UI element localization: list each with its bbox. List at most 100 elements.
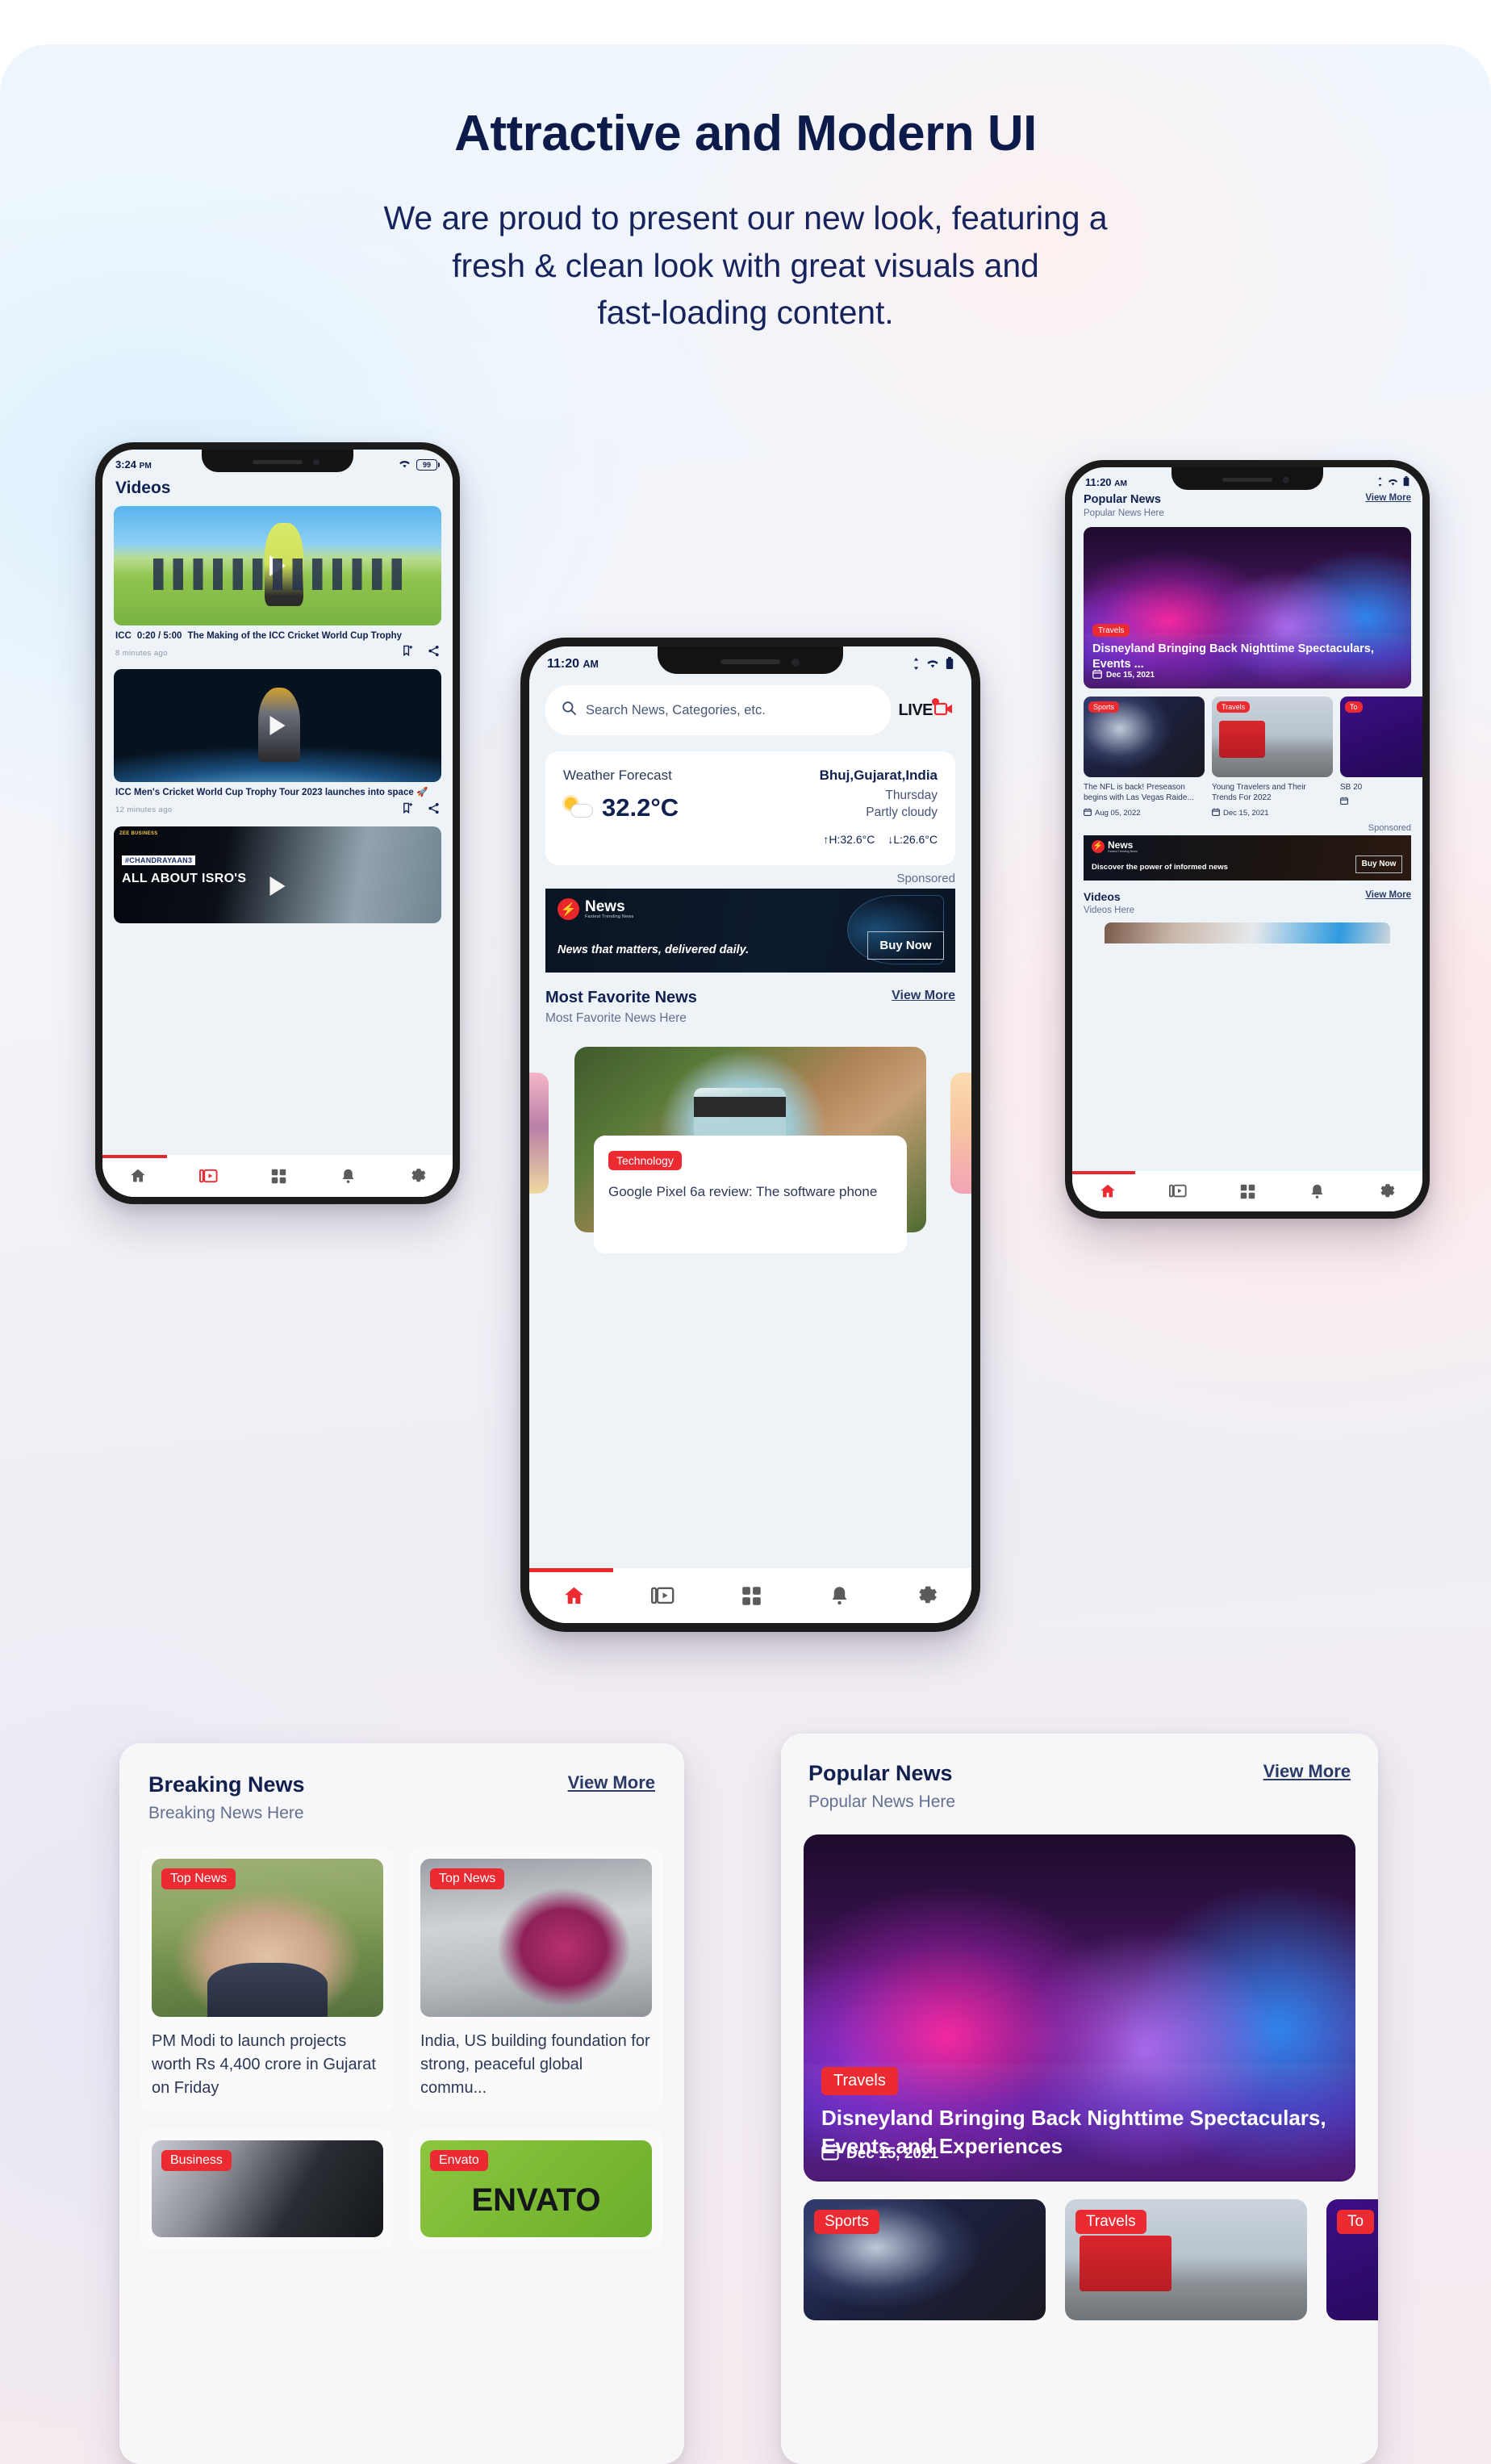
live-button[interactable]: LIVE (899, 697, 955, 722)
bookmark-add-icon[interactable] (402, 802, 414, 818)
news-carousel[interactable]: Technology Google Pixel 6a review: The s… (529, 1039, 971, 1253)
nav-notifications-button[interactable] (1309, 1183, 1326, 1200)
news-card[interactable]: Top News PM Modi to launch projects wort… (140, 1847, 395, 2111)
category-tag[interactable]: Sports (1088, 701, 1120, 713)
nav-home-button[interactable] (129, 1167, 147, 1185)
play-icon[interactable] (269, 876, 286, 896)
category-tag[interactable]: Top News (430, 1868, 505, 1889)
card-image[interactable]: Business (152, 2140, 383, 2237)
view-more-link[interactable]: View More (1365, 493, 1411, 503)
card-image[interactable]: Sports (1084, 697, 1205, 777)
popular-hero-card[interactable]: Travels Disneyland Bringing Back Nightti… (804, 1834, 1355, 2182)
view-more-link[interactable]: View More (568, 1772, 655, 1793)
category-tag[interactable]: Sports (814, 2210, 879, 2234)
category-tag[interactable]: Travels (1075, 2210, 1146, 2234)
nav-home-button[interactable] (1099, 1182, 1117, 1200)
live-video-icon (932, 697, 954, 722)
news-card[interactable]: Business (140, 2129, 395, 2249)
weather-card[interactable]: Weather Forecast 32.2°C Bhuj,Gujarat,Ind… (545, 751, 955, 865)
buy-now-button[interactable]: Buy Now (1355, 855, 1402, 873)
search-icon (562, 701, 577, 720)
section-header: Breaking News Breaking News Here View Mo… (119, 1743, 684, 1823)
category-tag[interactable]: Top News (161, 1868, 236, 1889)
ad-banner[interactable]: ⚡ News Fastest Trending News Discover th… (1084, 835, 1411, 881)
share-icon[interactable] (428, 802, 440, 818)
nav-categories-button[interactable] (270, 1168, 287, 1185)
carousel-peek-right[interactable] (950, 1073, 971, 1194)
card-image[interactable]: To (1340, 697, 1422, 777)
card-image[interactable]: Top News (152, 1859, 383, 2017)
bookmark-add-icon[interactable] (402, 645, 414, 661)
play-icon[interactable] (269, 716, 286, 736)
featured-news-title: Google Pixel 6a review: The software pho… (608, 1184, 878, 1199)
nav-home-button[interactable] (562, 1584, 586, 1608)
featured-news-card[interactable]: Technology Google Pixel 6a review: The s… (594, 1136, 907, 1253)
view-more-link[interactable]: View More (892, 989, 955, 1003)
popular-card[interactable]: Sports The NFL is back! Preseason begins… (1084, 697, 1205, 818)
buy-now-button[interactable]: Buy Now (867, 931, 944, 960)
battery-icon (1403, 476, 1410, 489)
popular-card-row[interactable]: Sports Travels To (781, 2182, 1378, 2320)
category-tag[interactable]: To (1337, 2210, 1375, 2234)
search-row: Search News, Categories, etc. LIVE (529, 680, 971, 735)
video-thumbnail[interactable] (114, 669, 441, 783)
carousel-peek-left[interactable] (529, 1073, 549, 1194)
news-card[interactable]: Envato ENVATO (409, 2129, 663, 2249)
popular-card-row[interactable]: Sports The NFL is back! Preseason begins… (1072, 688, 1422, 818)
popular-hero-card[interactable]: Travels Disneyland Bringing Back Nightti… (1084, 527, 1411, 688)
bottom-navigation (102, 1155, 453, 1197)
section-title: Most Favorite News (545, 989, 697, 1006)
nav-settings-button[interactable] (916, 1584, 938, 1607)
category-tag[interactable]: Travels (1217, 701, 1251, 713)
bottom-navigation (1072, 1171, 1422, 1211)
nav-settings-button[interactable] (409, 1167, 427, 1185)
popular-card[interactable]: To SB 20 (1340, 697, 1422, 818)
phone-home: 11:20 AM Search News, Categories, etc. L… (520, 638, 980, 1632)
nav-notifications-button[interactable] (340, 1168, 357, 1185)
share-icon[interactable] (428, 645, 440, 661)
nav-categories-button[interactable] (1239, 1183, 1256, 1200)
category-tag[interactable]: Travels (821, 2067, 898, 2095)
view-more-link[interactable]: View More (1365, 890, 1411, 900)
search-input[interactable]: Search News, Categories, etc. (545, 685, 891, 735)
play-icon[interactable] (269, 555, 286, 576)
popular-card-image[interactable]: Sports (804, 2199, 1046, 2320)
category-tag[interactable]: Envato (430, 2150, 488, 2171)
popular-card-image[interactable]: To (1326, 2199, 1378, 2320)
search-placeholder: Search News, Categories, etc. (586, 702, 766, 717)
video-thumbnail[interactable] (114, 506, 441, 625)
category-tag[interactable]: To (1345, 701, 1363, 713)
nav-settings-button[interactable] (1378, 1182, 1396, 1200)
news-bolt-icon: ⚡ (1092, 839, 1105, 853)
card-image[interactable]: Envato ENVATO (420, 2140, 652, 2237)
nav-videos-button[interactable] (198, 1167, 218, 1186)
ad-banner[interactable]: ⚡ News Fastest Trending News News that m… (545, 889, 955, 973)
hero-subtitle-line: fast-loading content. (597, 293, 894, 331)
video-list-item[interactable]: ICC 0:20 / 5:00 The Making of the ICC Cr… (102, 506, 453, 661)
nav-videos-button[interactable] (1168, 1182, 1187, 1200)
popular-card[interactable]: Travels Young Travelers and Their Trends… (1212, 697, 1333, 818)
nav-notifications-button[interactable] (829, 1585, 850, 1607)
status-icons: 99 (398, 458, 440, 471)
card-title: Young Travelers and Their Trends For 202… (1212, 783, 1306, 803)
status-time: 3:24 PM (115, 458, 152, 471)
card-image[interactable]: Travels (1212, 697, 1333, 777)
ad-headline: Discover the power of informed news (1092, 862, 1228, 872)
category-tag[interactable]: Technology (608, 1151, 682, 1170)
video-thumbnail[interactable]: ZEE BUSINESS #CHANDRAYAAN3 ALL ABOUT ISR… (114, 826, 441, 923)
section-subtitle: Popular News Here (808, 1793, 956, 1811)
video-list-item[interactable]: ICC Men's Cricket World Cup Trophy Tour … (102, 661, 453, 818)
category-tag[interactable]: Business (161, 2150, 232, 2171)
news-card[interactable]: Top News India, US building foundation f… (409, 1847, 663, 2111)
popular-card-image[interactable]: Travels (1065, 2199, 1307, 2320)
nav-categories-button[interactable] (741, 1585, 762, 1607)
ad-brand-name: News (1108, 839, 1134, 851)
section-title: Popular News (1084, 493, 1161, 506)
nav-videos-button[interactable] (651, 1584, 674, 1608)
video-channel: ICC (115, 631, 132, 641)
category-tag[interactable]: Travels (1092, 624, 1130, 637)
videos-peek-thumbnail[interactable] (1105, 922, 1390, 943)
view-more-link[interactable]: View More (1263, 1761, 1351, 1782)
video-list-item[interactable]: ZEE BUSINESS #CHANDRAYAAN3 ALL ABOUT ISR… (102, 818, 453, 923)
card-image[interactable]: Top News (420, 1859, 652, 2017)
